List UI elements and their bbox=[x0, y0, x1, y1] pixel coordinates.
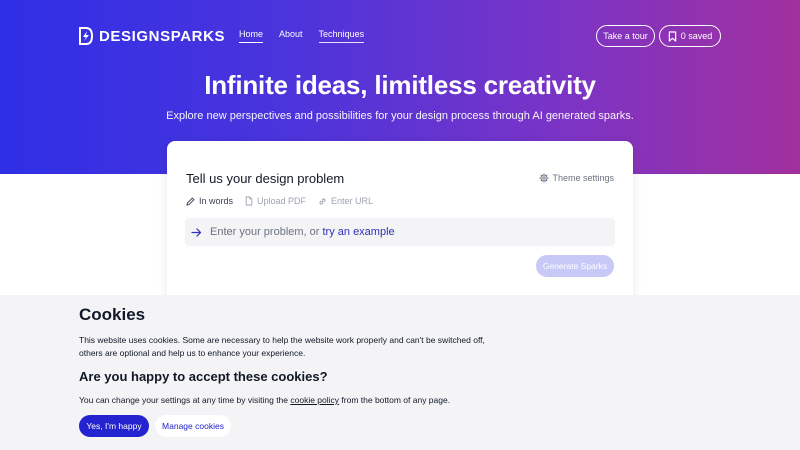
settings-text-before: You can change your settings at any time… bbox=[79, 395, 291, 405]
theme-settings-label: Theme settings bbox=[552, 173, 614, 183]
cookie-policy-link[interactable]: cookie policy bbox=[290, 395, 339, 405]
design-problem-card: Tell us your design problem Theme settin… bbox=[167, 141, 633, 311]
tab-upload-pdf[interactable]: Upload PDF bbox=[245, 196, 306, 206]
manage-cookies-button[interactable]: Manage cookies bbox=[155, 415, 231, 437]
take-tour-button[interactable]: Take a tour bbox=[596, 25, 655, 47]
tab-in-words[interactable]: In words bbox=[186, 196, 233, 206]
tab-in-words-label: In words bbox=[199, 196, 234, 206]
brand-logo[interactable]: DESIGNSPARKS bbox=[79, 26, 225, 46]
manage-cookies-label: Manage cookies bbox=[162, 421, 224, 431]
nav-about[interactable]: About bbox=[279, 29, 303, 43]
accept-cookies-button[interactable]: Yes, I'm happy bbox=[79, 415, 149, 437]
input-mode-tabs: In words Upload PDF Enter URL bbox=[186, 196, 373, 206]
generate-sparks-button[interactable]: Generate Sparks bbox=[536, 255, 614, 277]
nav-home[interactable]: Home bbox=[239, 29, 264, 43]
sparks-logo-icon bbox=[79, 27, 93, 45]
gear-icon bbox=[539, 173, 549, 183]
hero-subtitle: Explore new perspectives and possibiliti… bbox=[166, 110, 634, 122]
take-tour-label: Take a tour bbox=[603, 31, 648, 41]
settings-text-after: from the bottom of any page. bbox=[339, 395, 451, 405]
problem-input[interactable]: Enter your problem, or try an example bbox=[185, 218, 615, 246]
problem-input-placeholder: Enter your problem, or try an example bbox=[210, 226, 395, 238]
cookies-question: Are you happy to accept these cookies? bbox=[79, 369, 328, 384]
theme-settings-button[interactable]: Theme settings bbox=[539, 173, 614, 183]
cookies-title: Cookies bbox=[79, 305, 146, 324]
arrow-right-icon bbox=[191, 227, 202, 237]
tab-enter-url-label: Enter URL bbox=[331, 196, 374, 206]
cookies-body: This website uses cookies. Some are nece… bbox=[79, 335, 485, 358]
cookie-banner: Cookies This website uses cookies. Some … bbox=[0, 295, 800, 450]
brand-name: DESIGNSPARKS bbox=[99, 27, 226, 45]
accept-cookies-label: Yes, I'm happy bbox=[86, 421, 142, 431]
saved-count-label: 0 saved bbox=[680, 31, 713, 41]
cookies-settings-text: You can change your settings at any time… bbox=[79, 395, 450, 405]
generate-sparks-label: Generate Sparks bbox=[542, 261, 608, 271]
try-example-link[interactable]: try an example bbox=[323, 226, 395, 238]
saved-button[interactable]: 0 saved bbox=[659, 25, 721, 47]
bookmark-icon bbox=[668, 30, 677, 42]
tab-upload-pdf-label: Upload PDF bbox=[257, 196, 307, 206]
card-title: Tell us your design problem bbox=[186, 171, 345, 186]
link-icon bbox=[318, 197, 327, 206]
placeholder-text: Enter your problem, or bbox=[210, 226, 323, 238]
main-nav: Home About Techniques bbox=[239, 29, 365, 43]
hero-title: Infinite ideas, limitless creativity bbox=[204, 70, 596, 100]
file-icon bbox=[245, 196, 253, 206]
pencil-icon bbox=[186, 197, 195, 206]
tab-enter-url[interactable]: Enter URL bbox=[318, 196, 373, 206]
nav-techniques[interactable]: Techniques bbox=[318, 29, 365, 43]
